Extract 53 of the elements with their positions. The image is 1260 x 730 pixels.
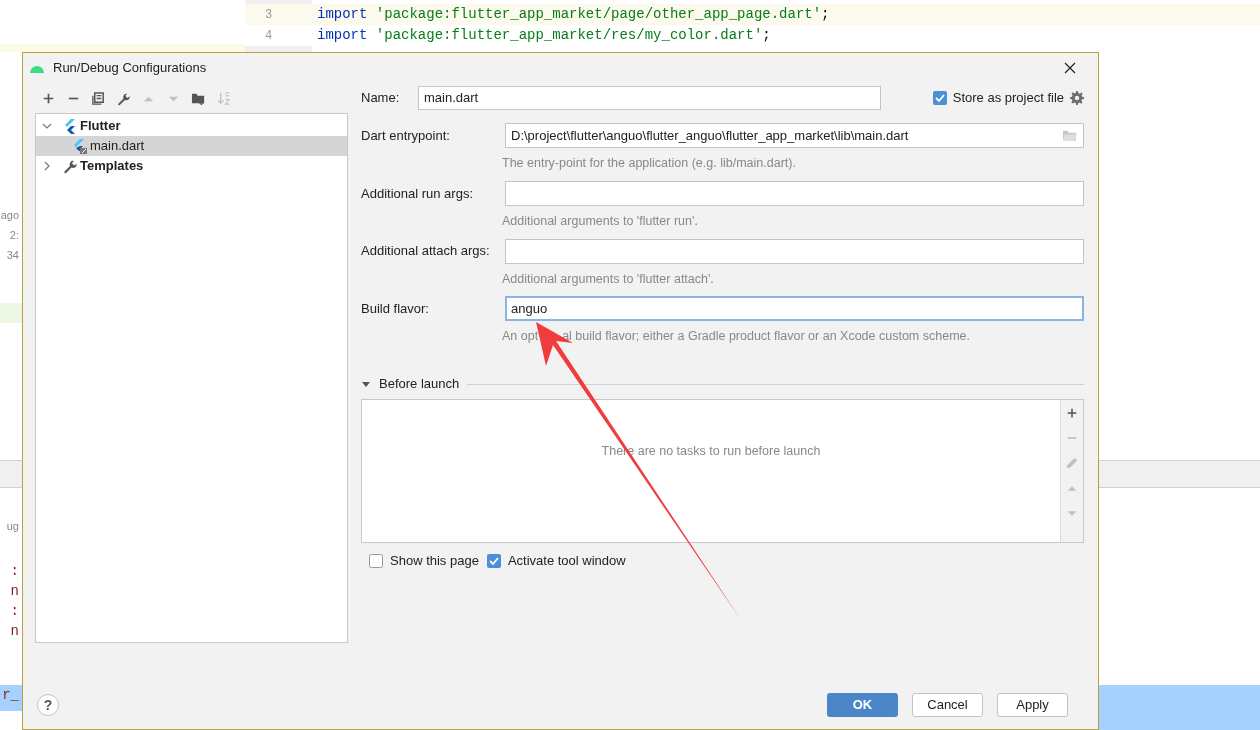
- text-fragment: ago: [0, 208, 19, 223]
- line-number: 4: [264, 27, 274, 45]
- code-line: import 'package:flutter_app_market/res/my_color.dart';: [316, 26, 771, 45]
- close-button[interactable]: [1064, 62, 1076, 74]
- field-label: Additional attach args:: [361, 242, 491, 261]
- window-title: Run/Debug Configurations: [53, 59, 208, 78]
- line-number: 3: [264, 6, 274, 24]
- collapse-triangle-icon[interactable]: [361, 379, 371, 389]
- checkbox-label: Store as project file: [952, 88, 1064, 107]
- input-field[interactable]: [505, 238, 1084, 264]
- checkbox[interactable]: [932, 90, 947, 105]
- text-fragment: :: [10, 562, 19, 580]
- tree-item[interactable]: Templates: [36, 156, 347, 176]
- input-field[interactable]: [505, 180, 1084, 206]
- checkbox-label: Show this page: [390, 552, 479, 571]
- hint-text: Additional arguments to 'flutter attach'.: [502, 270, 714, 288]
- help-button[interactable]: ?: [37, 694, 59, 716]
- add-icon[interactable]: [1065, 406, 1079, 420]
- dialog-button[interactable]: Apply: [997, 693, 1068, 717]
- path-field[interactable]: D:\project\flutter\anguo\flutter_anguo\flutter_app_market\lib\main.dart: [505, 123, 1084, 148]
- field-label: Dart entrypoint:: [361, 126, 451, 145]
- folder-icon[interactable]: [1062, 129, 1077, 142]
- flutter-config-icon: [72, 138, 88, 154]
- text-fragment: :: [10, 602, 19, 620]
- text-fragment: 34: [6, 248, 19, 263]
- text-fragment: n: [10, 582, 19, 600]
- code-line: import 'package:flutter_app_market/page/other_app_page.dart';: [316, 5, 830, 24]
- input-field[interactable]: anguo: [505, 296, 1084, 322]
- name-field[interactable]: main.dart: [418, 85, 881, 110]
- hint-text: The entry-point for the application (e.g. lib/main.dart).: [502, 155, 796, 172]
- hint-text: Additional arguments to 'flutter run'.: [502, 212, 698, 230]
- field-label: Name:: [361, 88, 401, 107]
- chevron-down-icon[interactable]: [42, 121, 52, 131]
- wrench-icon: [62, 158, 78, 174]
- field-label: Build flavor:: [361, 300, 430, 318]
- settings-icon[interactable]: [1070, 90, 1084, 105]
- text-fragment: r_: [2, 686, 19, 704]
- dialog-button[interactable]: Cancel: [912, 693, 983, 717]
- text-fragment: 2:: [9, 228, 19, 243]
- tree-item[interactable]: main.dart: [36, 136, 347, 156]
- field-label: Additional run args:: [361, 184, 474, 203]
- ok-button[interactable]: OK: [827, 693, 898, 717]
- android-icon: [29, 63, 45, 73]
- section-title[interactable]: Before launch: [379, 374, 460, 394]
- checkbox-label: Activate tool window: [507, 552, 626, 571]
- chevron-right-icon[interactable]: [42, 161, 52, 171]
- tree-item[interactable]: Flutter: [36, 116, 347, 136]
- copy-icon[interactable]: [91, 90, 106, 106]
- text-fragment: n: [10, 622, 19, 640]
- text-fragment: ug: [6, 519, 19, 534]
- checkbox[interactable]: [369, 554, 383, 568]
- checkbox[interactable]: [486, 554, 501, 568]
- hint-text: An opt: [502, 328, 539, 346]
